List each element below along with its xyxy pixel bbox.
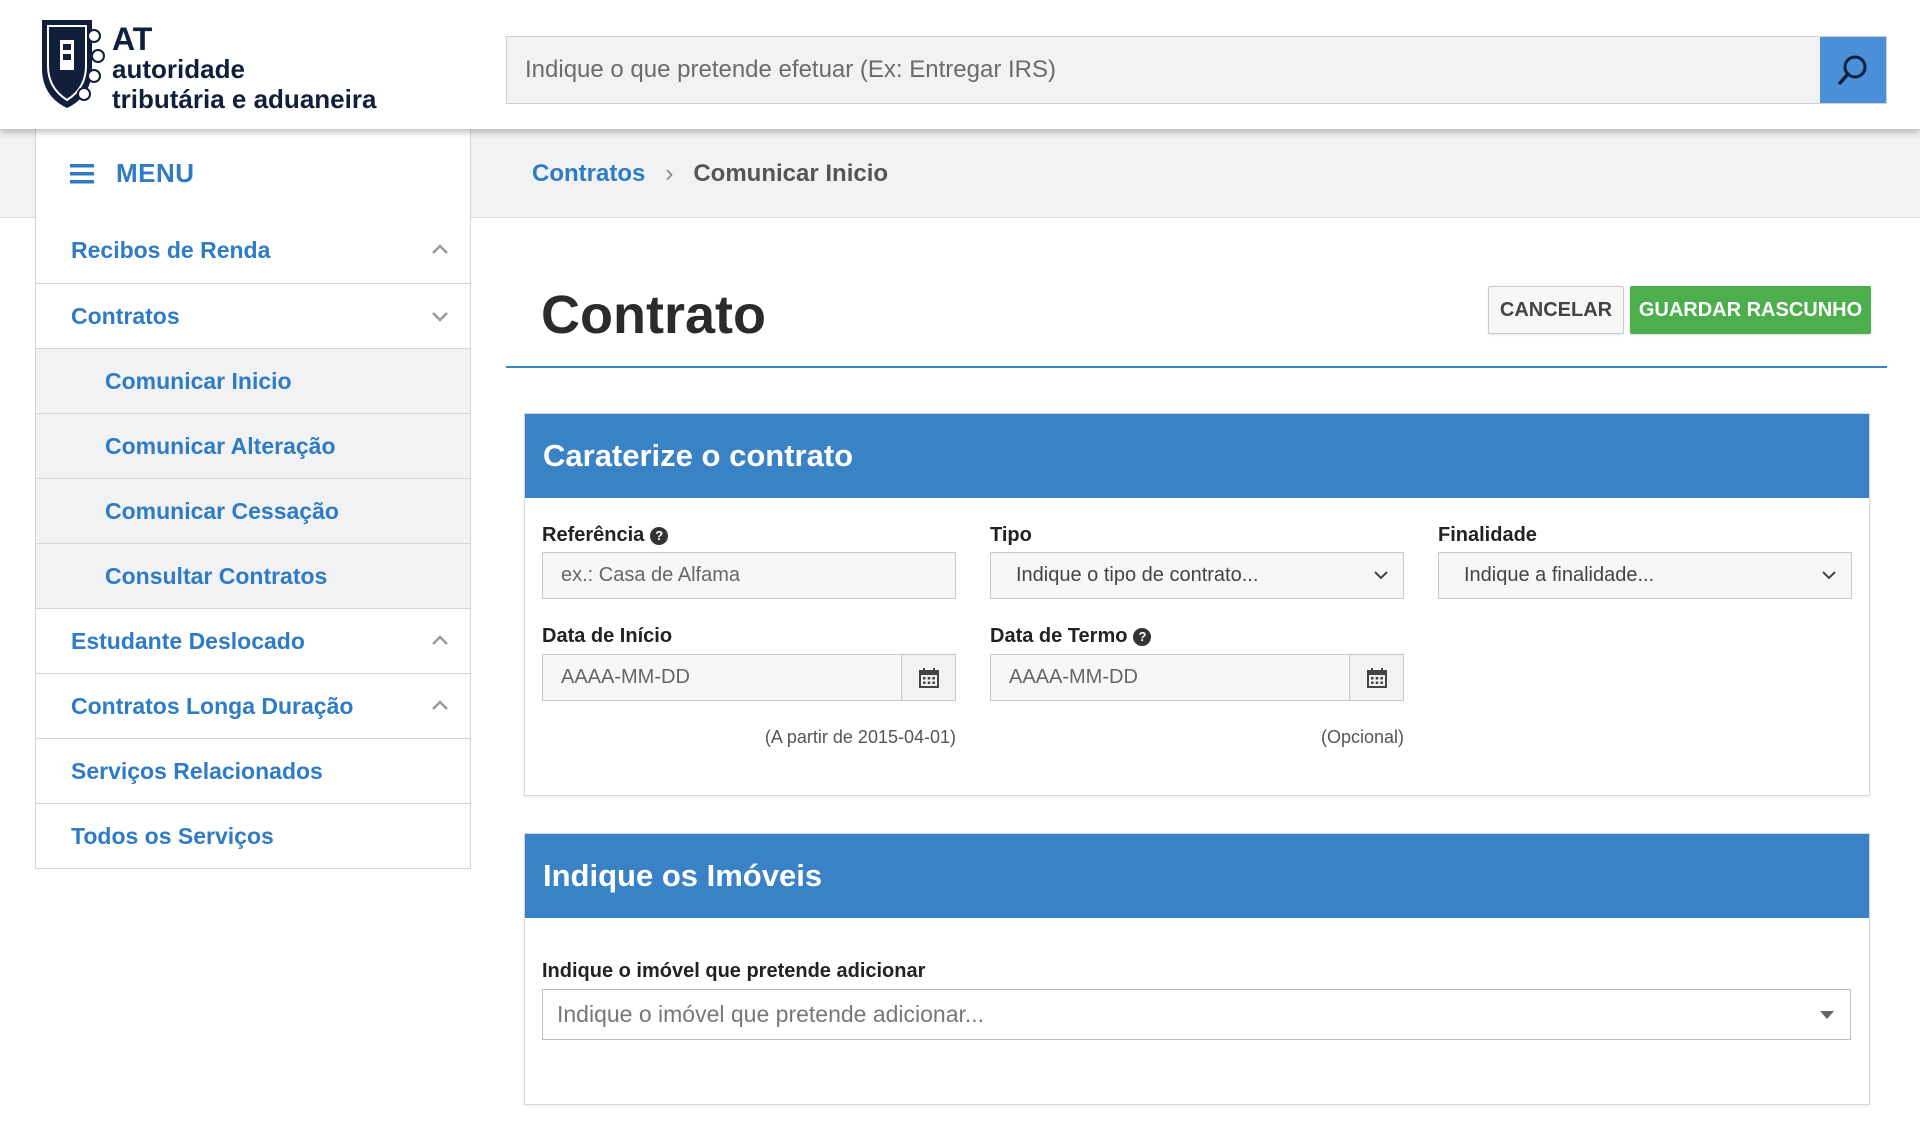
data-inicio-label: Data de Início (542, 625, 673, 647)
sidebar-item-label: Comunicar Inicio (105, 367, 292, 394)
data-inicio-hint: (A partir de 2015-04-01) (764, 727, 956, 747)
chevron-up-icon (432, 635, 448, 645)
chevron-down-icon (1822, 571, 1836, 580)
logo-line-2: tributária e aduaneira (112, 84, 377, 114)
sidebar-item-label: Recibos de Renda (71, 237, 271, 263)
header: AT autoridade tributária e aduaneira (0, 0, 1920, 129)
search-bar (506, 36, 1887, 104)
sidebar: Recibos de Renda Contratos Comunicar Ini… (35, 218, 471, 869)
data-termo-field (990, 654, 1404, 701)
finalidade-select-value: Indique a finalidade... (1464, 564, 1655, 586)
sidebar-item-label: Contratos Longa Duração (71, 692, 354, 719)
sidebar-item-label: Consultar Contratos (105, 562, 328, 589)
sidebar-item-label: Serviços Relacionados (71, 757, 323, 784)
logo-text: AT autoridade tributária e aduaneira (112, 21, 377, 114)
logo-line-1: autoridade (112, 54, 245, 84)
logo-abbr: AT (112, 21, 153, 57)
referencia-input[interactable] (542, 552, 956, 599)
cancel-button[interactable]: CANCELAR (1488, 286, 1624, 334)
at-logo[interactable]: AT autoridade tributária e aduaneira (36, 16, 416, 116)
contract-panel: Caraterize o contrato Referência ? Tipo … (524, 413, 1870, 796)
data-termo-input[interactable] (991, 655, 1349, 700)
referencia-label: Referência ? (542, 524, 669, 547)
sidebar-item-servicos-relacionados[interactable]: Serviços Relacionados (36, 738, 470, 803)
property-panel-heading: Indique os Imóveis (525, 834, 1869, 918)
caret-down-icon (1820, 1011, 1834, 1019)
sidebar-item-label: Contratos (71, 302, 180, 329)
chevron-up-icon (432, 244, 448, 254)
imovel-label: Indique o imóvel que pretende adicionar (542, 960, 926, 982)
sidebar-subitem-comunicar-cessacao[interactable]: Comunicar Cessação (36, 478, 470, 543)
tipo-label: Tipo (990, 524, 1032, 546)
menu-label: MENU (116, 158, 195, 188)
sidebar-subitem-comunicar-inicio[interactable]: Comunicar Inicio (36, 348, 470, 413)
sidebar-item-label: Todos os Serviços (71, 822, 274, 849)
data-termo-hint: (Opcional) (1320, 727, 1404, 747)
sidebar-item-recibos-de-renda[interactable]: Recibos de Renda (36, 218, 470, 283)
search-input[interactable] (507, 37, 1820, 103)
save-draft-button[interactable]: GUARDAR RASCUNHO (1630, 286, 1871, 334)
referencia-label-text: Referência (542, 524, 645, 546)
breadcrumb-current: Comunicar Inicio (693, 160, 889, 187)
finalidade-select[interactable]: Indique a finalidade... (1438, 552, 1852, 599)
sidebar-item-contratos[interactable]: Contratos (36, 283, 470, 348)
chevron-down-icon (1374, 571, 1388, 580)
hamburger-icon (70, 163, 94, 183)
help-icon[interactable]: ? (1133, 627, 1152, 646)
sidebar-item-contratos-longa-duracao[interactable]: Contratos Longa Duração (36, 673, 470, 738)
breadcrumb-link-contratos[interactable]: Contratos (532, 160, 645, 188)
finalidade-label: Finalidade (1438, 524, 1537, 546)
chevron-up-icon (432, 700, 448, 710)
sidebar-item-estudante-deslocado[interactable]: Estudante Deslocado (36, 608, 470, 673)
search-icon (1838, 55, 1867, 85)
data-termo-label-text: Data de Termo (990, 625, 1128, 647)
data-termo-label: Data de Termo ? (990, 625, 1152, 648)
sidebar-item-label: Comunicar Cessação (105, 497, 339, 524)
contract-panel-heading: Caraterize o contrato (525, 414, 1869, 498)
calendar-icon (918, 667, 939, 688)
sidebar-item-todos-os-servicos[interactable]: Todos os Serviços (36, 803, 470, 868)
sidebar-item-label: Estudante Deslocado (71, 627, 305, 654)
sidebar-subitem-comunicar-alteracao[interactable]: Comunicar Alteração (36, 413, 470, 478)
page-title: Contrato (541, 285, 766, 345)
calendar-button[interactable] (901, 655, 955, 700)
chevron-down-icon (432, 312, 448, 322)
coat-of-arms-icon (42, 20, 105, 108)
data-inicio-field (542, 654, 956, 701)
sidebar-item-label: Comunicar Alteração (105, 432, 336, 459)
title-divider (506, 366, 1887, 368)
calendar-button[interactable] (1349, 655, 1403, 700)
property-panel: Indique os Imóveis Indique o imóvel que … (524, 833, 1870, 1105)
sidebar-subitem-consultar-contratos[interactable]: Consultar Contratos (36, 543, 470, 608)
help-icon[interactable]: ? (650, 526, 669, 545)
breadcrumb-separator-icon: › (665, 160, 674, 187)
tipo-select-value: Indique o tipo de contrato... (1016, 564, 1259, 586)
imovel-select-placeholder: Indique o imóvel que pretende adicionar.… (557, 1001, 985, 1027)
imovel-select[interactable]: Indique o imóvel que pretende adicionar.… (542, 989, 1851, 1040)
menu-button[interactable]: MENU (35, 129, 471, 218)
data-inicio-input[interactable] (543, 655, 901, 700)
breadcrumb: Contratos › Comunicar Inicio (532, 160, 888, 188)
search-button[interactable] (1820, 37, 1886, 103)
tipo-select[interactable]: Indique o tipo de contrato... (990, 552, 1404, 599)
calendar-icon (1366, 667, 1387, 688)
